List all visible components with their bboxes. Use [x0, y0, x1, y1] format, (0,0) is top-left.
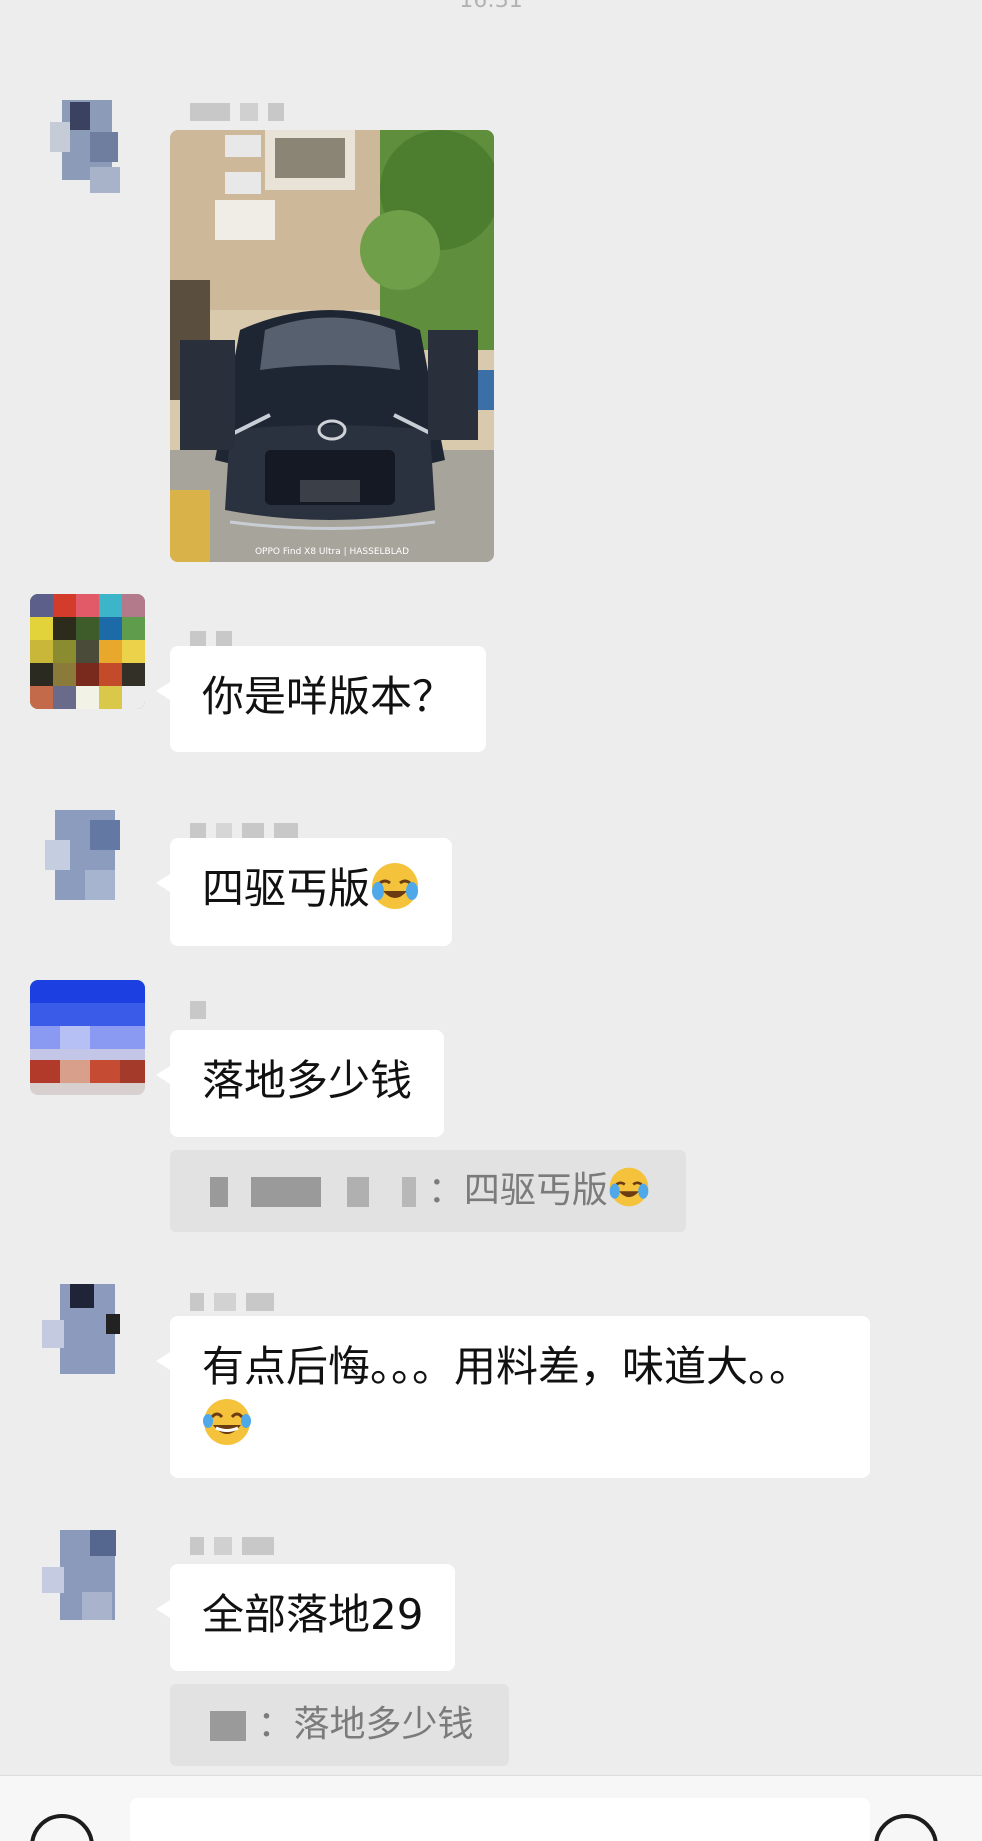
message-text: 你是咩版本？ — [202, 672, 455, 721]
message-text: 有点后悔。。。用料差，味道大。。 — [202, 1342, 812, 1391]
quoted-sender-mask — [402, 1177, 417, 1207]
quoted-sender-mask — [346, 1177, 369, 1207]
avatar[interactable] — [30, 980, 145, 1095]
message-bubble[interactable]: 落地多少钱 — [155, 1030, 445, 1137]
quote-prefix: ： — [427, 1170, 464, 1211]
message-text: 全部落地29 — [202, 1590, 424, 1639]
message-text: 落地多少钱 — [202, 1056, 413, 1105]
quote-prefix: ： — [257, 1704, 294, 1745]
message-bubble[interactable]: 全部落地29 — [155, 1564, 456, 1671]
input-bar — [0, 1775, 982, 1841]
quoted-sender-mask — [210, 1177, 228, 1207]
tears-of-joy-emoji-icon — [203, 1399, 251, 1445]
message-input[interactable] — [130, 1798, 870, 1841]
quoted-sender-mask — [251, 1177, 322, 1207]
quoted-sender-mask — [210, 1711, 246, 1741]
quote-text: 落地多少钱 — [293, 1704, 474, 1745]
crying-laughing-emoji-icon — [372, 863, 419, 909]
avatar[interactable] — [30, 594, 145, 709]
avatar[interactable] — [30, 1522, 145, 1637]
message-bubble[interactable]: 你是咩版本？ — [155, 646, 487, 752]
avatar[interactable] — [30, 1270, 145, 1385]
sender-nickname — [190, 1534, 274, 1558]
sender-nickname — [190, 1290, 274, 1314]
crying-laughing-emoji-icon — [609, 1167, 649, 1207]
message-text: 四驱丐版 — [202, 864, 371, 913]
chat-timestamp: 16:31 — [459, 0, 523, 13]
avatar[interactable] — [30, 800, 145, 915]
message-bubble[interactable]: 有点后悔。。。用料差，味道大。。 — [156, 1316, 870, 1478]
voice-icon[interactable] — [30, 1814, 94, 1841]
chat-screen: 16:31 OPPO Find X8 Ultra | HASSELBLAD 你是… — [0, 0, 982, 1841]
quoted-reply[interactable]: ：落地多少钱 — [170, 1684, 510, 1766]
car-photo[interactable]: OPPO Find X8 Ultra | HASSELBLAD — [170, 130, 494, 562]
sender-nickname — [190, 998, 206, 1022]
message-bubble[interactable]: 四驱丐版 — [155, 838, 453, 946]
emoji-icon[interactable] — [874, 1814, 938, 1841]
avatar[interactable] — [30, 82, 145, 197]
photo-watermark: OPPO Find X8 Ultra | HASSELBLAD — [255, 547, 409, 557]
sender-nickname — [190, 100, 284, 124]
quoted-reply[interactable]: ：四驱丐版 — [170, 1150, 686, 1232]
quote-text: 四驱丐版 — [463, 1170, 608, 1211]
